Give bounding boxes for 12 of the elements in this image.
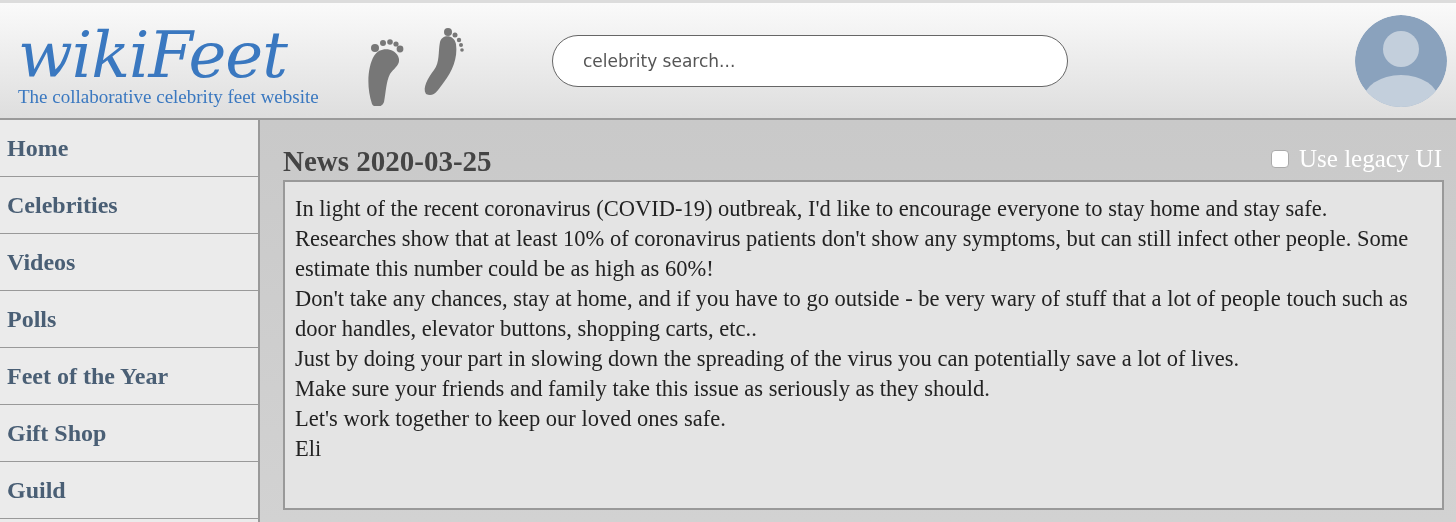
news-paragraph: Let's work together to keep our loved ones safe. — [295, 405, 727, 433]
search-field[interactable]: celebrity search... — [552, 34, 1068, 87]
legacy-ui-checkbox[interactable] — [1271, 150, 1289, 168]
news-paragraph: Researches show that at least 10% of coronavirus patients don't show any symptoms, but can still infect other people. Some estimate this number could be as high as 60%! — [295, 225, 1410, 283]
news-title: News 2020-03-25 — [283, 144, 492, 178]
avatar-icon[interactable] — [1355, 14, 1447, 107]
news-paragraph: Don't take any chances, stay at home, and if you have to go outside - be very wary of stuff that a lot of people touch such as door handles, elevator buttons, shopping carts, etc.. — [295, 285, 1409, 343]
site-tagline: The collaborative celebrity feet website — [18, 86, 320, 107]
news-paragraph: Make sure your friends and family take this issue as seriously as they should. — [295, 375, 991, 403]
news-paragraph: In light of the recent coronavirus (COVID-19) outbreak, I'd like to encourage everyone to stay home and stay safe. — [295, 195, 1329, 223]
news-paragraph: Eli — [295, 435, 323, 463]
news-paragraph: Just by doing your part in slowing down the spreading of the virus you can potentially save a lot of lives. — [295, 345, 1241, 373]
